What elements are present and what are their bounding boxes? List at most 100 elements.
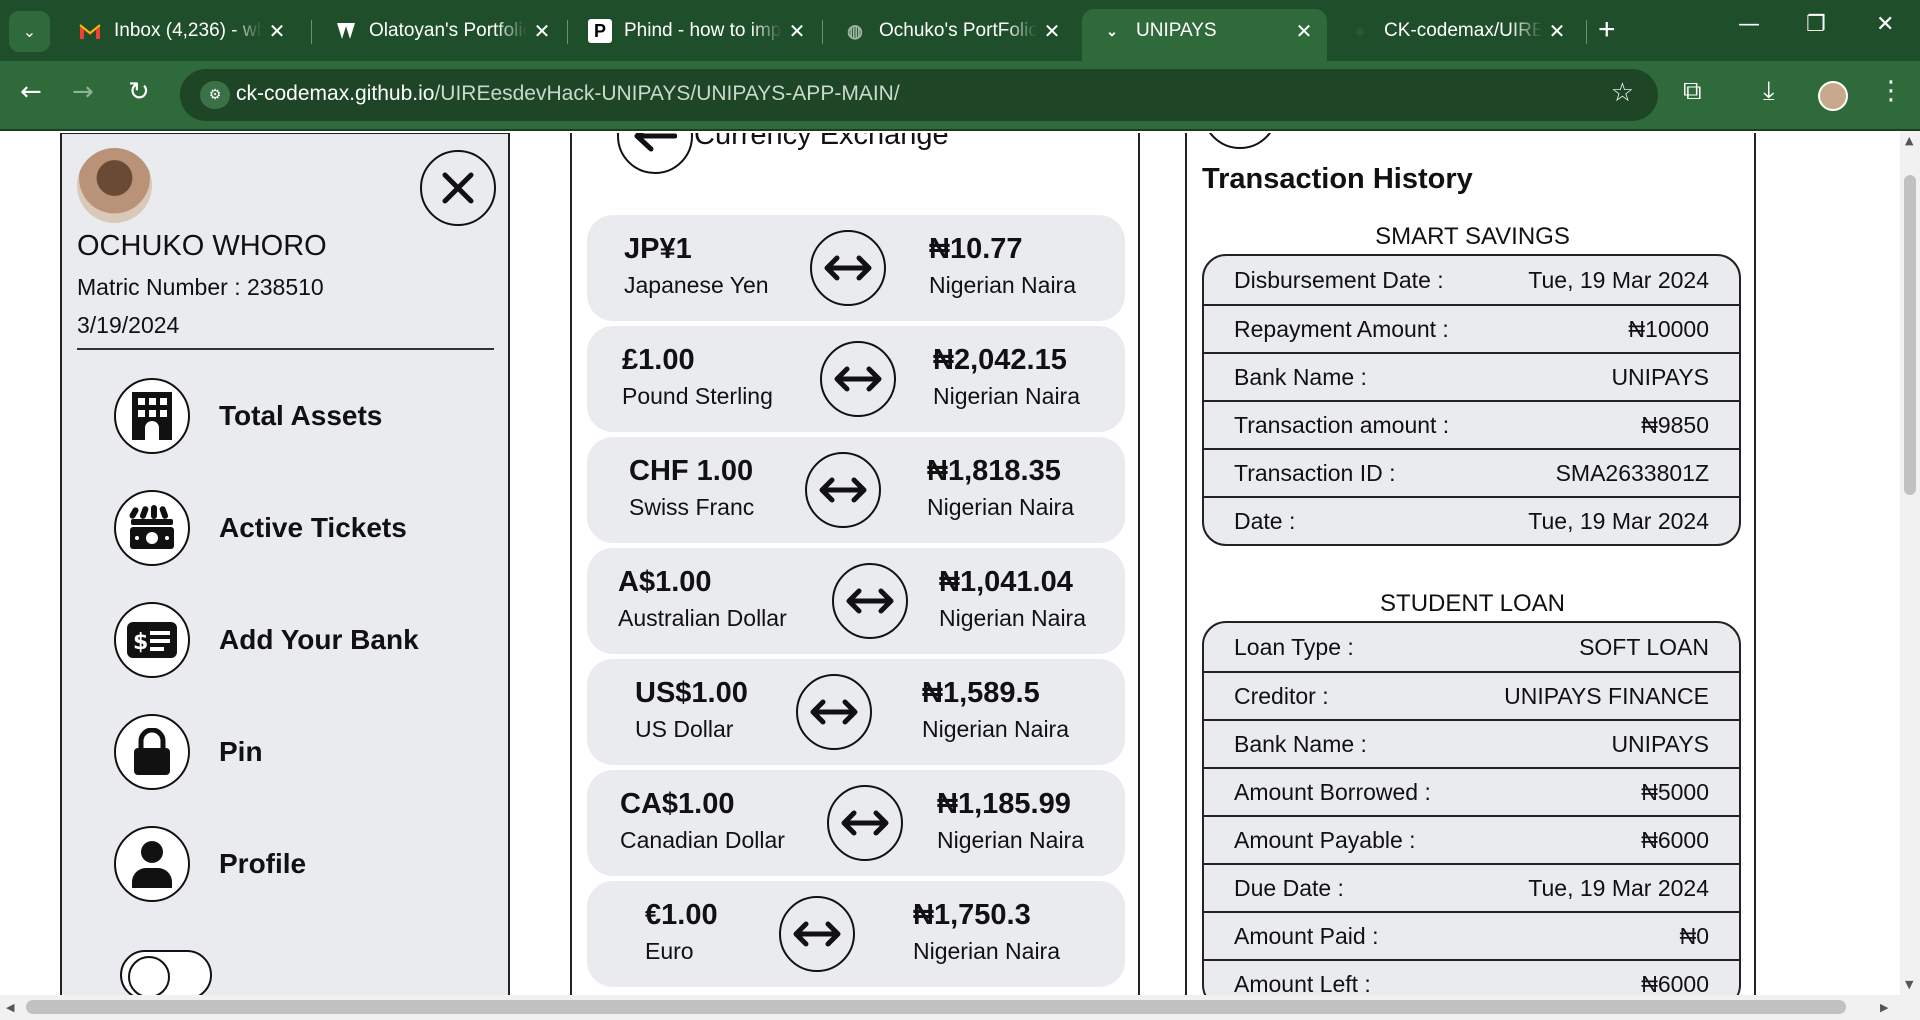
table-row: Date : Tue, 19 Mar 2024 [1204, 496, 1739, 544]
sidebar-item-add-bank[interactable]: $ Add Your Bank [114, 602, 419, 678]
forward-arrow-icon[interactable]: → [72, 77, 94, 107]
tab-title: UNIPAYS [1136, 20, 1217, 41]
from-currency: Pound Sterling [622, 383, 773, 409]
tab-unipays[interactable]: ⌄ UNIPAYS ✕ [1082, 9, 1327, 61]
rate-card: £1.00 Pound Sterling ₦2,042.15 Nigerian Na… [587, 326, 1125, 432]
history-back-button[interactable] [1202, 133, 1278, 149]
page-title: Currency Exchange [694, 133, 949, 151]
from-currency: Canadian Dollar [620, 827, 785, 853]
sidebar: OCHUKO WHORO Matric Number : 238510 3/19… [60, 133, 510, 995]
sidebar-item-pin[interactable]: Pin [114, 714, 263, 790]
row-label: Due Date : [1234, 874, 1344, 901]
swap-button[interactable] [805, 452, 881, 528]
scroll-left-icon[interactable]: ◀ [6, 1001, 14, 1014]
swap-button[interactable] [820, 341, 896, 417]
close-tab-icon[interactable]: ✕ [262, 19, 292, 44]
horizontal-scroll-thumb[interactable] [26, 1000, 1846, 1014]
scroll-down-icon[interactable]: ▼ [1905, 978, 1913, 991]
back-arrow-icon[interactable]: ← [20, 77, 42, 107]
row-value: Tue, 19 Mar 2024 [1528, 507, 1709, 534]
row-value: Tue, 19 Mar 2024 [1528, 874, 1709, 901]
swap-arrows-icon [793, 921, 841, 947]
to-currency: Nigerian Naira [922, 716, 1070, 742]
table-row: Repayment Amount : ₦10000 [1204, 304, 1739, 352]
row-value: UNIPAYS FINANCE [1504, 682, 1709, 709]
swap-button[interactable] [832, 563, 908, 639]
table-row: Amount Borrowed : ₦5000 [1204, 767, 1739, 815]
to-currency: Nigerian Naira [929, 272, 1077, 298]
table-row: Bank Name : UNIPAYS [1204, 352, 1739, 400]
table-row: Amount Left : ₦6000 [1204, 959, 1739, 995]
rate-card: US$1.00 US Dollar ₦1,589.5 Nigerian Naira [587, 659, 1125, 765]
row-label: Transaction amount : [1234, 411, 1450, 438]
chevron-icon: ⌄ [1106, 22, 1118, 39]
close-sidebar-button[interactable] [420, 150, 496, 226]
from-amount: CA$1.00 [620, 788, 735, 820]
row-label: Bank Name : [1234, 730, 1367, 757]
swap-button[interactable] [796, 674, 872, 750]
row-value: SOFT LOAN [1579, 633, 1709, 660]
sidebar-item-profile[interactable]: Profile [114, 826, 306, 902]
loan-heading: STUDENT LOAN [1380, 590, 1565, 617]
from-currency: US Dollar [635, 716, 734, 742]
reload-icon[interactable]: ↻ [128, 77, 150, 107]
scroll-up-icon[interactable]: ▲ [1905, 134, 1913, 147]
from-currency: Australian Dollar [618, 605, 787, 631]
close-tab-icon[interactable]: ✕ [1289, 19, 1319, 44]
extensions-icon[interactable]: ⧉ [1683, 76, 1702, 107]
vertical-scroll-thumb[interactable] [1904, 175, 1916, 495]
tab-ochuko-portfolio[interactable]: ◍ Ochuko's PortFolio ✕ [825, 9, 1075, 53]
tab-olatoyan-portfolio[interactable]: Olatoyan's Portfolio ✕ [315, 9, 565, 53]
user-icon [114, 826, 190, 902]
profile-avatar-icon[interactable] [1818, 81, 1848, 111]
rate-card: CA$1.00 Canadian Dollar ₦1,185.99 Nigerian… [587, 770, 1125, 876]
back-arrow-icon [634, 133, 677, 152]
minimize-icon[interactable]: — [1738, 12, 1760, 37]
rate-card: CHF 1.00 Swiss Franc ₦1,818.35 Nigerian Na… [587, 437, 1125, 543]
tab-gmail[interactable]: Inbox (4,236) - whoro ✕ [60, 9, 300, 53]
svg-text:$: $ [133, 630, 148, 655]
sidebar-item-total-assets[interactable]: Total Assets [114, 378, 382, 454]
close-tab-icon[interactable]: ✕ [1542, 19, 1572, 44]
row-label: Creditor : [1234, 682, 1329, 709]
row-value: Tue, 19 Mar 2024 [1528, 266, 1709, 293]
more-menu-icon[interactable]: ⋮ [1878, 76, 1904, 106]
tab-phind[interactable]: P Phind - how to implement ✕ [570, 9, 820, 53]
row-value: SMA2633801Z [1555, 459, 1709, 486]
back-button[interactable] [617, 133, 693, 174]
address-bar[interactable]: ⚙ ck-codemax.github.io/UIREesdevHack-UNI… [180, 69, 1658, 121]
history-title: Transaction History [1202, 163, 1473, 195]
theme-toggle[interactable] [120, 950, 212, 995]
swap-button[interactable] [810, 230, 886, 306]
url-text[interactable]: ck-codemax.github.io/UIREesdevHack-UNIPA… [236, 82, 900, 106]
divider [77, 348, 494, 350]
page-content: OCHUKO WHORO Matric Number : 238510 3/19… [0, 133, 1900, 995]
close-tab-icon[interactable]: ✕ [1037, 19, 1067, 44]
scroll-right-icon[interactable]: ▶ [1880, 1001, 1888, 1014]
close-window-icon[interactable]: ✕ [1876, 12, 1894, 37]
transaction-history-panel: Transaction History SMART SAVINGS Disbur… [1185, 133, 1756, 995]
tab-github[interactable]: ● CK-codemax/UIREesdevHack ✕ [1330, 9, 1580, 53]
row-label: Amount Paid : [1234, 922, 1379, 949]
download-icon[interactable]: ⤓ [1763, 76, 1775, 107]
from-amount: CHF 1.00 [629, 455, 754, 487]
swap-arrows-icon [834, 366, 882, 392]
row-value: UNIPAYS [1611, 363, 1709, 390]
bookmark-star-icon[interactable]: ☆ [1611, 78, 1634, 108]
swap-button[interactable] [779, 896, 855, 972]
tab-search-chevron-icon[interactable]: ⌄ [9, 11, 50, 52]
restore-icon[interactable]: ❐ [1806, 12, 1826, 37]
swap-button[interactable] [827, 785, 903, 861]
savings-heading: SMART SAVINGS [1375, 223, 1570, 250]
close-tab-icon[interactable]: ✕ [527, 19, 557, 44]
sidebar-item-label: Profile [219, 848, 307, 879]
bank-card-icon: $ [114, 602, 190, 678]
table-row: Bank Name : UNIPAYS [1204, 719, 1739, 767]
site-settings-icon[interactable]: ⚙ [200, 81, 230, 109]
close-tab-icon[interactable]: ✕ [782, 19, 812, 44]
new-tab-plus-icon[interactable]: + [1598, 13, 1616, 47]
savings-table: Disbursement Date : Tue, 19 Mar 2024 Repa… [1202, 254, 1741, 546]
swap-arrows-icon [819, 477, 867, 503]
table-row: Amount Payable : ₦6000 [1204, 815, 1739, 863]
sidebar-item-active-tickets[interactable]: Active Tickets [114, 490, 407, 566]
